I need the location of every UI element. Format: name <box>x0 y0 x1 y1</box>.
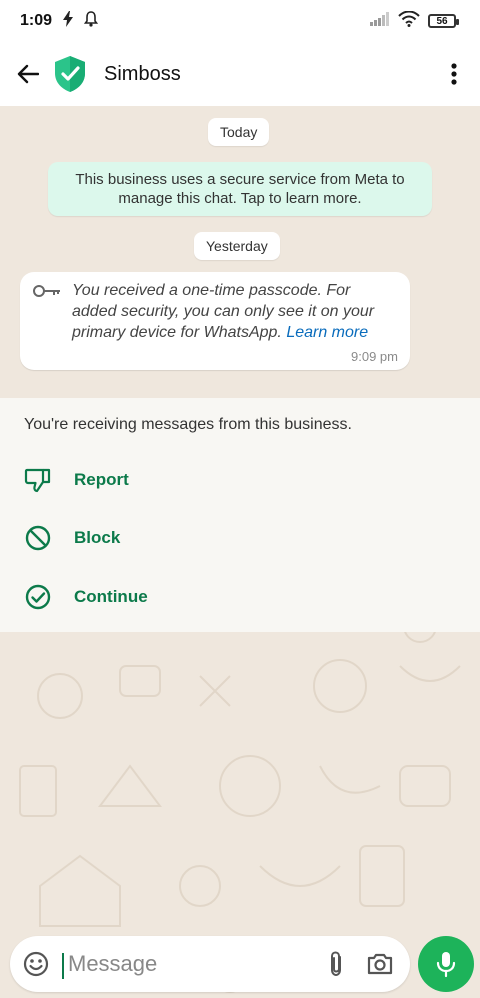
attach-button[interactable] <box>320 948 352 980</box>
back-arrow-icon <box>17 64 39 84</box>
contact-name[interactable]: Simboss <box>104 63 181 86</box>
camera-button[interactable] <box>364 948 396 980</box>
continue-button[interactable]: Continue <box>24 581 148 613</box>
block-button[interactable]: Block <box>24 522 120 554</box>
status-time: 1:09 <box>20 12 53 29</box>
message-bubble[interactable]: You received a one-time passcode. For ad… <box>20 272 410 370</box>
business-avatar[interactable] <box>50 54 90 94</box>
status-left: 1:09 <box>20 10 99 32</box>
chat-header: Simboss <box>0 42 480 106</box>
encryption-notice[interactable]: This business uses a secure service from… <box>48 162 432 216</box>
message-input[interactable]: Message <box>62 951 308 979</box>
date-chip-today: Today <box>208 118 270 146</box>
block-icon <box>25 525 51 551</box>
block-label: Block <box>74 528 121 547</box>
date-chip-yesterday: Yesterday <box>194 232 280 260</box>
paperclip-icon <box>331 951 341 977</box>
more-vertical-icon <box>451 63 457 85</box>
key-icon <box>32 280 72 343</box>
wifi-icon <box>398 10 420 32</box>
message-time: 9:09 pm <box>351 349 398 364</box>
back-button[interactable] <box>10 56 46 92</box>
check-circle-icon <box>25 584 51 610</box>
signal-icon <box>370 11 390 31</box>
thumb-down-icon <box>24 468 51 493</box>
continue-label: Continue <box>74 587 148 606</box>
status-bar: 1:09 56 <box>0 0 480 42</box>
emoji-button[interactable] <box>20 948 52 980</box>
status-right: 56 <box>370 10 459 32</box>
report-button[interactable]: Report <box>24 464 129 496</box>
message-text: You received a one-time passcode. For ad… <box>72 280 398 343</box>
notification-bell-icon <box>83 10 99 32</box>
voice-record-button[interactable] <box>418 936 474 992</box>
charging-icon <box>62 10 74 32</box>
learn-more-link[interactable]: Learn more <box>286 324 368 341</box>
battery-indicator: 56 <box>428 14 459 28</box>
camera-icon <box>367 953 393 975</box>
chat-area[interactable]: Today This business uses a secure servic… <box>0 106 480 398</box>
verified-shield-icon <box>55 56 85 92</box>
microphone-icon <box>436 952 456 978</box>
message-composer: Message <box>10 936 410 992</box>
report-label: Report <box>74 470 129 489</box>
emoji-icon <box>23 951 49 977</box>
overflow-menu-button[interactable] <box>438 54 470 94</box>
business-action-panel: You're receiving messages from this busi… <box>0 398 480 632</box>
panel-info-text: You're receiving messages from this busi… <box>24 416 352 433</box>
